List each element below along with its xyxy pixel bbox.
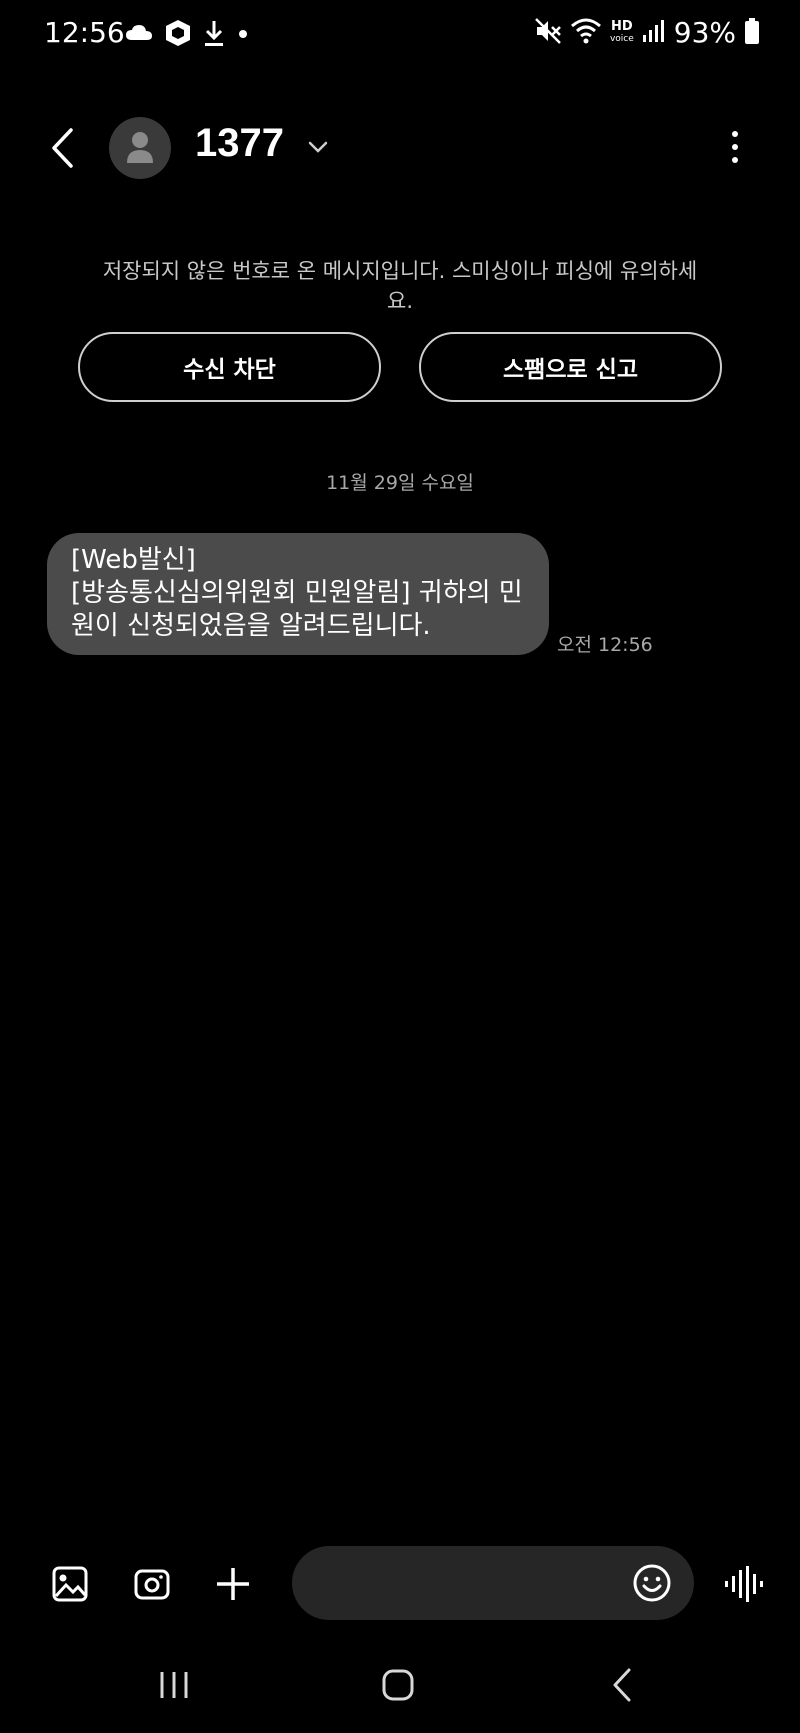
- home-button[interactable]: [368, 1660, 428, 1710]
- recents-button[interactable]: [144, 1660, 204, 1710]
- attach-button[interactable]: [211, 1562, 255, 1606]
- date-separator: 11월 29일 수요일: [326, 472, 474, 494]
- notification-icons: [124, 18, 250, 52]
- person-icon: [127, 132, 153, 163]
- more-options-button[interactable]: [720, 127, 750, 167]
- status-bar: 12:56 HD voice 93%: [0, 0, 800, 72]
- voice-label: voice: [609, 33, 634, 44]
- mute-icon: [534, 17, 562, 49]
- emoji-icon[interactable]: [630, 1561, 674, 1605]
- wifi-icon: [570, 17, 602, 49]
- back-button[interactable]: [40, 123, 84, 173]
- back-nav-icon: [613, 1668, 631, 1702]
- signal-icon: [642, 18, 666, 48]
- system-navigation-bar: [0, 1650, 800, 1720]
- more-dot-icon: [732, 144, 738, 150]
- block-number-button[interactable]: 수신 차단: [78, 332, 381, 402]
- package-icon: [164, 18, 192, 52]
- gallery-button[interactable]: [48, 1562, 92, 1606]
- status-time: 12:56: [44, 16, 125, 49]
- message-bubble[interactable]: [Web발신] [방송통신심의위원회 민원알림] 귀하의 민원이 신청되었음을 …: [47, 533, 549, 655]
- dot-icon: [236, 26, 250, 45]
- camera-button[interactable]: [130, 1562, 174, 1606]
- avatar[interactable]: [109, 117, 171, 179]
- warning-actions: 수신 차단 스팸으로 신고: [78, 332, 722, 402]
- camera-icon: [134, 1569, 170, 1600]
- recents-icon: [160, 1672, 188, 1698]
- system-icons: HD voice 93%: [534, 16, 760, 49]
- contact-name[interactable]: 1377: [195, 121, 284, 166]
- image-icon: [52, 1566, 88, 1602]
- cloud-icon: [124, 22, 154, 48]
- message-composer: [0, 1540, 800, 1630]
- hd-voice-icon: HD voice: [609, 18, 634, 45]
- home-icon: [382, 1669, 414, 1701]
- hd-label: HD: [611, 18, 633, 34]
- message-timestamp: 오전 12:56: [557, 634, 653, 656]
- more-dot-icon: [732, 131, 738, 137]
- more-dot-icon: [732, 157, 738, 163]
- battery-percent: 93%: [673, 16, 736, 49]
- unsaved-number-warning: 저장되지 않은 번호로 온 메시지입니다. 스미싱이나 피싱에 유의하세요.: [102, 259, 698, 313]
- back-nav-button[interactable]: [592, 1660, 652, 1710]
- report-spam-button[interactable]: 스팸으로 신고: [419, 332, 722, 402]
- voice-recorder-icon[interactable]: [722, 1562, 766, 1606]
- chevron-down-icon[interactable]: [306, 135, 330, 159]
- plus-icon: [217, 1568, 249, 1600]
- battery-icon: [744, 17, 760, 49]
- download-icon: [202, 18, 226, 52]
- message-input[interactable]: [292, 1546, 694, 1620]
- conversation-header: 1377: [0, 105, 800, 191]
- back-arrow-icon: [52, 128, 73, 168]
